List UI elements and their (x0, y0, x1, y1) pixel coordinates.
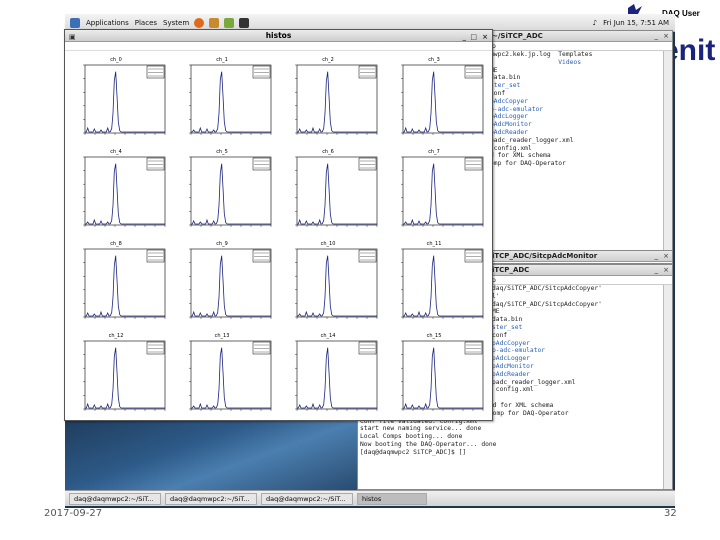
menu-places[interactable]: Places (135, 19, 157, 27)
terminal-line: start new naming service... done (360, 425, 482, 433)
histogram-title: ch_1 (216, 57, 228, 63)
terminal-window-monitor[interactable]: iTCP_ADC/SitcpAdcMonitor _ × (487, 250, 673, 264)
histogram-title: ch_12 (109, 333, 124, 339)
terminal-line: pAdcCopyer (492, 339, 530, 347)
terminal-line: pAdcMonitor (490, 121, 532, 129)
histos-title: histos (265, 31, 292, 40)
histogram-title: ch_9 (216, 241, 228, 247)
histogram-title: ch_5 (216, 149, 228, 155)
histogram-title: ch_3 (428, 57, 440, 63)
terminal-line: data.bin (490, 74, 521, 82)
clock[interactable]: Fri Jun 15, 7:51 AM (603, 19, 669, 27)
terminal-line: conf (492, 331, 508, 339)
terminal-line: padc_reader_logger.xml (490, 136, 574, 144)
histos-window[interactable]: ▣ histos _ □ × ch_0 ch_1 ch_2 ch_3 ch_4 ch_5 c… (64, 29, 493, 421)
terminal-line: [daq@daqmwpc2 SiTCP_ADC]$ [] (360, 448, 467, 456)
terminal-line: data.bin (492, 316, 523, 324)
firefox-icon[interactable] (194, 17, 205, 28)
terminal-line: mwpc2.kek.jp.log Templates (490, 51, 593, 58)
terminal-line: pAdcLogger (490, 113, 528, 121)
histogram-title: ch_13 (215, 333, 230, 339)
terminal-line: l' (492, 292, 500, 300)
terminal-window-top[interactable]: ~/SiTCP_ADC _ × p mwpc2.kek.jp.log Templ… (487, 30, 673, 262)
histogram-title: ch_6 (322, 149, 334, 155)
minimize-icon[interactable]: _ (655, 266, 659, 274)
slide: { "topbar": { "menus": ["Applications", … (0, 0, 720, 540)
histogram-title: ch_4 (110, 149, 122, 155)
histogram-grid: ch_0 ch_1 ch_2 ch_3 ch_4 ch_5 ch_6 ch_7 ch_8 ch_9… (83, 57, 484, 411)
terminal-line: pAdcReader (490, 128, 528, 136)
taskbar-item[interactable]: daq@daqmwpc2:~/SiT... (261, 492, 353, 505)
task-list: daq@daqmwpc2:~/SiT... daq@daqmwpc2:~/SiT.… (65, 492, 427, 505)
menu-system[interactable]: System (163, 19, 189, 27)
histogram-title: ch_15 (427, 333, 442, 339)
taskbar-item[interactable]: histos (357, 492, 427, 505)
terminal-line: daq/SiTCP_ADC/SitcpAdcCopyer' (492, 285, 602, 292)
mail-icon[interactable] (209, 17, 220, 28)
window-menu-icon[interactable]: ▣ (69, 31, 76, 43)
foot-menu-icon[interactable] (70, 17, 80, 28)
taskbar-item[interactable]: daq@daqmwpc2:~/SiT... (165, 492, 257, 505)
minimize-icon[interactable]: _ (655, 32, 659, 40)
histogram-title: ch_11 (427, 241, 442, 247)
terminal-line: Local Comps booting... done (360, 433, 463, 441)
terminal-line: Now booting the DAQ-Operator... done (360, 440, 497, 448)
histogram-title: ch_2 (322, 57, 334, 63)
terminal-line: daq/SiTCP_ADC/SitcpAdcCopyer' (492, 300, 602, 308)
close-icon[interactable]: × (482, 31, 488, 43)
histogram-title: ch_0 (110, 57, 122, 63)
terminal-menu[interactable]: p (488, 42, 672, 51)
histogram-title: ch_10 (321, 241, 336, 247)
terminal-line: ster_set (490, 82, 521, 90)
terminal-line: conf (490, 89, 506, 97)
terminal-line: p-adc-emulator (492, 347, 546, 355)
close-icon[interactable]: × (663, 252, 669, 260)
terminal-title: ~/SiTCP_ADC (488, 31, 672, 42)
scrollbar[interactable] (663, 285, 672, 489)
terminal-line: config.xml (492, 386, 534, 394)
terminal-line: ME (492, 308, 500, 316)
terminal-line: ME (490, 66, 498, 74)
editor-icon[interactable] (224, 17, 235, 28)
histos-toolbar (65, 42, 492, 51)
histogram-title: ch_7 (428, 149, 440, 155)
terminal-line: omp for DAQ-Operator (490, 160, 566, 168)
histogram-title: ch_14 (321, 333, 336, 339)
terminal-icon[interactable] (239, 17, 250, 28)
maximize-icon[interactable]: □ (470, 31, 477, 43)
terminal-line: config.xml (490, 144, 532, 152)
terminal-line: pAdcLogger (492, 355, 530, 363)
minimize-icon[interactable]: _ (655, 252, 659, 260)
terminal-line: p-adc-emulator (490, 105, 544, 113)
close-icon[interactable]: × (663, 32, 669, 40)
terminal-line: pAdcReader (492, 370, 530, 378)
menu-applications[interactable]: Applications (86, 19, 129, 27)
slide-date: 2017-09-27 (44, 508, 103, 519)
terminal-line: padc_reader_logger.xml (492, 378, 576, 386)
taskbar: daq@daqmwpc2:~/SiT... daq@daqmwpc2:~/SiT.… (65, 490, 675, 506)
close-icon[interactable]: × (663, 266, 669, 274)
terminal-line: pAdcMonitor (492, 362, 534, 370)
terminal-line: ster_set (492, 323, 523, 331)
terminal-line: d for XML schema (490, 152, 551, 160)
terminal-line: pAdcCopyer (490, 97, 528, 105)
scrollbar[interactable] (663, 51, 672, 261)
terminal-line: Videos (490, 58, 581, 66)
volume-icon[interactable]: ♪ (593, 19, 597, 27)
minimize-icon[interactable]: _ (463, 31, 467, 43)
histogram-title: ch_8 (110, 241, 122, 247)
terminal-output: mwpc2.kek.jp.log Templates Videos ME data.… (488, 51, 672, 168)
taskbar-item[interactable]: daq@daqmwpc2:~/SiT... (69, 492, 161, 505)
wallpaper (65, 414, 365, 494)
slide-page-number: 32 (664, 508, 677, 519)
terminal-title: iTCP_ADC/SitcpAdcMonitor (488, 251, 672, 262)
